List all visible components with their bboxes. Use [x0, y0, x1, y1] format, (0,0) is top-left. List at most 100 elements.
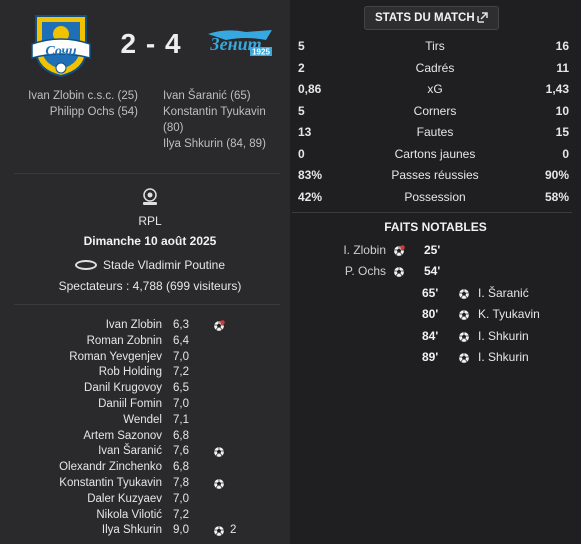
- player-name[interactable]: Ivan Šaranić: [98, 444, 162, 460]
- event-minute: 65': [422, 285, 439, 300]
- notable-event-row[interactable]: 80' K. Tyukavin: [290, 304, 581, 325]
- stat-home-value: 42%: [298, 189, 323, 204]
- away-scorers: Ivan Šaranić (65) Konstantin Tyukavin (8…: [163, 88, 275, 152]
- stat-row: 83% Passes réussies 90%: [290, 165, 581, 187]
- player-rating-row[interactable]: Roman Yevgenjev 7,0: [0, 350, 290, 366]
- player-name[interactable]: Ilya Shkurin: [102, 523, 162, 539]
- player-name[interactable]: Wendel: [123, 413, 162, 429]
- player-rating: 6,8: [173, 429, 189, 442]
- player-name[interactable]: Konstantin Tyukavin: [59, 476, 162, 492]
- stat-label: Cartons jaunes: [394, 146, 476, 161]
- event-minute: 89': [422, 349, 439, 364]
- player-rating: 7,2: [173, 508, 189, 521]
- player-name[interactable]: Daniil Fomin: [98, 397, 162, 413]
- player-rating: 7,0: [173, 492, 189, 505]
- stat-label: Passes réussies: [391, 168, 479, 182]
- player-name[interactable]: Ivan Zlobin: [106, 318, 162, 334]
- player-rating: 7,8: [173, 476, 189, 489]
- own-goal-icon: [213, 320, 225, 332]
- home-scorer[interactable]: Philipp Ochs (54): [20, 104, 138, 120]
- player-rating-row[interactable]: Rob Holding 7,2: [0, 365, 290, 381]
- svg-text:Сочи: Сочи: [45, 44, 76, 59]
- away-scorer-minute: (80): [163, 122, 184, 134]
- event-minute: 25': [424, 243, 441, 257]
- event-player[interactable]: I. Shkurin: [478, 326, 529, 347]
- competition-name[interactable]: RPL: [0, 214, 300, 228]
- player-rating: 7,0: [173, 397, 189, 410]
- event-player[interactable]: P. Ochs: [345, 261, 386, 282]
- home-scorers: Ivan Zlobin c.s.c. (25) Philipp Ochs (54…: [20, 88, 138, 120]
- player-rating: 7,6: [173, 445, 189, 458]
- stat-home-value: 2: [298, 60, 305, 75]
- stat-home-value: 0,86: [298, 82, 322, 96]
- stat-home-value: 83%: [298, 168, 323, 182]
- away-team-logo[interactable]: Зенит 1925: [206, 26, 274, 60]
- divider: [14, 304, 280, 305]
- notable-event-row[interactable]: I. Zlobin 25': [290, 240, 581, 261]
- player-rating-row[interactable]: Olexandr Zinchenko 6,8: [0, 460, 290, 476]
- event-player[interactable]: K. Tyukavin: [478, 304, 540, 325]
- player-rating-row[interactable]: Roman Zobnin 6,4: [0, 334, 290, 350]
- player-rating-row[interactable]: Ivan Šaranić 7,6: [0, 444, 290, 460]
- player-rating-row[interactable]: Ilya Shkurin 9,0 2: [0, 523, 290, 539]
- stat-away-value: 0: [562, 146, 569, 161]
- stat-label: xG: [427, 82, 443, 96]
- event-minute: 54': [424, 264, 441, 279]
- stadium[interactable]: Stade Vladimir Poutine: [0, 258, 300, 272]
- player-name[interactable]: Danil Krugovoy: [84, 381, 162, 397]
- player-rating-row[interactable]: Daler Kuzyaev 7,0: [0, 492, 290, 508]
- stat-away-value: 1,43: [545, 82, 569, 96]
- notable-event-row[interactable]: P. Ochs 54': [290, 261, 581, 282]
- stat-row: 5 Tirs 16: [290, 36, 581, 58]
- stat-label: Fautes: [416, 125, 454, 139]
- away-scorer[interactable]: Ilya Shkurin (84, 89): [163, 136, 275, 152]
- player-name[interactable]: Roman Yevgenjev: [69, 350, 162, 366]
- away-scorer[interactable]: Ivan Šaranić (65): [163, 88, 275, 104]
- player-rating-row[interactable]: Artem Sazonov 6,8: [0, 429, 290, 445]
- player-rating: 7,1: [173, 413, 189, 426]
- stat-row: 2 Cadrés 11: [290, 58, 581, 80]
- goal-icon: [213, 446, 225, 458]
- match-summary-panel: Сочи 2 - 4 Зенит 1925 Ivan Zlobin c.s.c.…: [0, 0, 290, 544]
- stat-home-value: 5: [298, 39, 305, 53]
- away-scorer[interactable]: Konstantin Tyukavin: [163, 104, 275, 120]
- goal-icon: [458, 309, 470, 321]
- player-rating: 7,0: [173, 350, 189, 363]
- home-team-logo[interactable]: Сочи: [28, 10, 94, 78]
- event-player[interactable]: I. Šaranić: [478, 283, 529, 304]
- divider: [292, 212, 572, 213]
- player-rating-row[interactable]: Wendel 7,1: [0, 413, 290, 429]
- attendance: Spectateurs : 4,788 (699 visiteurs): [58, 279, 242, 293]
- player-rating-row[interactable]: Konstantin Tyukavin 7,8: [0, 476, 290, 492]
- rpl-icon: [143, 188, 157, 205]
- goal-icon: [458, 288, 470, 300]
- event-minute: 84': [422, 328, 439, 343]
- player-name[interactable]: Roman Zobnin: [87, 334, 162, 350]
- event-player[interactable]: I. Shkurin: [478, 347, 529, 368]
- event-player[interactable]: I. Zlobin: [343, 240, 386, 261]
- match-date: Dimanche 10 août 2025: [83, 234, 217, 248]
- notable-event-row[interactable]: 65' I. Šaranić: [290, 283, 581, 304]
- goal-icon: [393, 266, 405, 278]
- player-rating: 6,8: [173, 461, 189, 474]
- player-name[interactable]: Daler Kuzyaev: [87, 492, 162, 508]
- notable-event-row[interactable]: 89' I. Shkurin: [290, 347, 581, 368]
- divider: [14, 173, 280, 174]
- goal-icon: [458, 331, 470, 343]
- stat-home-value: 5: [298, 103, 305, 118]
- player-name[interactable]: Artem Sazonov: [83, 429, 162, 445]
- player-name[interactable]: Rob Holding: [99, 365, 162, 381]
- expand-icon: [477, 12, 488, 23]
- home-scorer[interactable]: Ivan Zlobin c.s.c. (25): [20, 88, 138, 104]
- stat-label: Cadrés: [415, 60, 455, 75]
- goal-icon: [213, 478, 225, 490]
- player-rating-row[interactable]: Daniil Fomin 7,0: [0, 397, 290, 413]
- stat-row: 0,86 xG 1,43: [290, 79, 581, 101]
- player-rating-row[interactable]: Danil Krugovoy 6,5: [0, 381, 290, 397]
- player-rating-row[interactable]: Ivan Zlobin 6,3: [0, 318, 290, 334]
- player-name[interactable]: Nikola Vilotić: [96, 508, 162, 524]
- player-name[interactable]: Olexandr Zinchenko: [59, 460, 162, 476]
- player-rating-row[interactable]: Nikola Vilotić 7,2: [0, 508, 290, 524]
- match-stats-button[interactable]: STATS DU MATCH: [364, 6, 499, 30]
- notable-event-row[interactable]: 84' I. Shkurin: [290, 326, 581, 347]
